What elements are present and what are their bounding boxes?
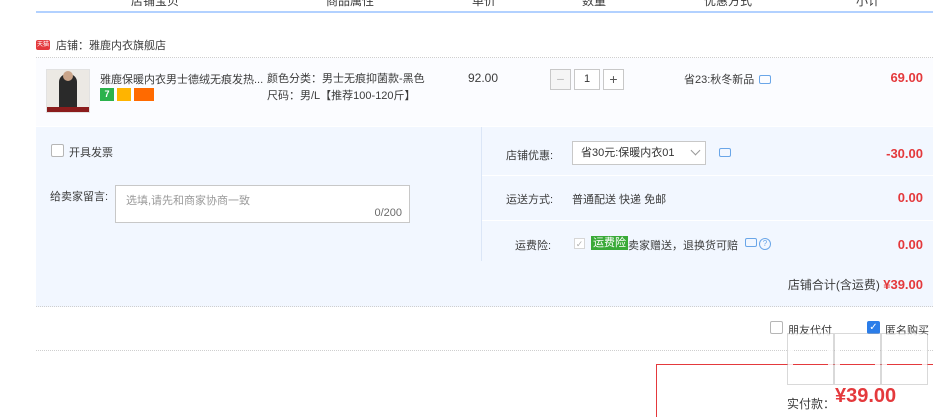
shipping-amount: 0.00 [897,190,923,205]
insurance-amount: 0.00 [897,237,923,252]
qty-input[interactable]: 1 [574,69,600,90]
watermark-glyph [788,334,833,384]
col-attributes: 商品属性 [326,0,375,8]
message-counter: 0/200 [374,207,402,219]
shop-total: 店铺合计(含运费) ¥39.00 [788,276,923,293]
credit-card-icon[interactable] [134,88,154,101]
table-header: 店铺宝贝 商品属性 单价 数量 优惠方式 小计 [36,0,933,13]
shop-coupon-label: 店铺优惠: [506,150,554,162]
divider [482,175,933,176]
col-subtotal: 小计 [856,0,881,8]
col-unit-price: 单价 [472,0,497,8]
col-discount: 优惠方式 [704,0,753,8]
help-circle-icon[interactable]: ? [759,238,771,250]
watermark-glyph [835,334,880,384]
col-quantity: 数量 [582,0,607,8]
attr-color: 颜色分类：男士无痕抑菌款-黑色 [267,73,425,85]
watermark-glyph [882,334,927,384]
shop-coupon-amount: -30.00 [886,146,923,161]
pay-amount: ¥39.00 [835,385,897,407]
chat-bubble-icon[interactable] [745,238,757,247]
product-thumbnail[interactable] [46,69,90,113]
shop-header: 天猫 店铺：雅鹿内衣旗舰店 [36,37,166,53]
chat-bubble-icon[interactable] [719,148,731,157]
cart-item-row: 雅鹿保暖内衣男士德绒无痕发热... 7 颜色分类：男士无痕抑菌款-黑色 尺码：男… [36,58,933,126]
insurance-text: 卖家赠送，退换货可赔 [628,240,738,252]
invoice-label: 开具发票 [69,147,113,159]
service-badges: 7 [100,88,154,101]
thumbnail-strip [47,107,89,112]
shipping-label: 运送方式: [506,194,554,206]
shop-total-label: 店铺合计(含运费) [787,278,880,292]
divider [482,220,933,221]
seller-message-input[interactable]: 选填,请先和商家协商一致 0/200 [115,185,410,223]
friend-pay-checkbox[interactable] [770,321,783,334]
shop-coupon-select[interactable]: 省30元:保暖内衣01 [572,141,706,165]
pay-label: 实付款： [787,397,836,411]
shop-name-link[interactable]: 店铺：雅鹿内衣旗舰店 [56,37,166,53]
qty-increase-button[interactable]: + [603,69,624,90]
order-options-left: 开具发票 给卖家留言: 选填,请先和商家协商一致 0/200 [36,127,482,261]
product-attributes: 颜色分类：男士无痕抑菌款-黑色 尺码：男/L【推荐100-120斤】 [267,71,425,105]
guarantee-icon[interactable] [117,88,131,101]
shop-total-value: ¥39.00 [883,277,923,292]
promo-text: 省23:秋冬新品 [684,74,755,86]
thumbnail-head [63,71,73,81]
anonymous-checkbox[interactable]: ✓ [867,321,880,334]
insurance-checkbox: ✓ [574,238,585,249]
item-promo: 省23:秋冬新品 [684,71,772,87]
quantity-stepper: − 1 + [550,69,624,90]
invoice-checkbox[interactable] [51,144,64,157]
insurance-icons: ? [745,238,771,250]
seven-day-return-icon[interactable]: 7 [100,88,114,101]
watermark-logo [788,334,927,384]
message-label: 给卖家留言: [50,191,109,203]
insurance-label: 运费险: [515,240,552,252]
item-subtotal: 69.00 [890,70,923,85]
qty-decrease-button[interactable]: − [550,69,571,90]
order-options-panel: 开具发票 给卖家留言: 选填,请先和商家协商一致 0/200 店铺优惠: 省30… [36,127,933,307]
shipping-value: 普通配送 快递 免邮 [572,194,667,206]
chat-bubble-icon[interactable] [759,74,772,84]
attr-size: 尺码：男/L【推荐100-120斤】 [267,90,416,102]
tmall-icon: 天猫 [36,40,50,50]
message-placeholder: 选填,请先和商家协商一致 [126,195,251,207]
col-shop-item: 店铺宝贝 [131,0,180,8]
unit-price: 92.00 [468,71,499,85]
insurance-tag: 运费险 [591,236,628,250]
product-title-link[interactable]: 雅鹿保暖内衣男士德绒无痕发热... [100,71,265,87]
shop-coupon-value: 省30元:保暖内衣01 [581,147,675,159]
chevron-down-icon [690,145,701,156]
